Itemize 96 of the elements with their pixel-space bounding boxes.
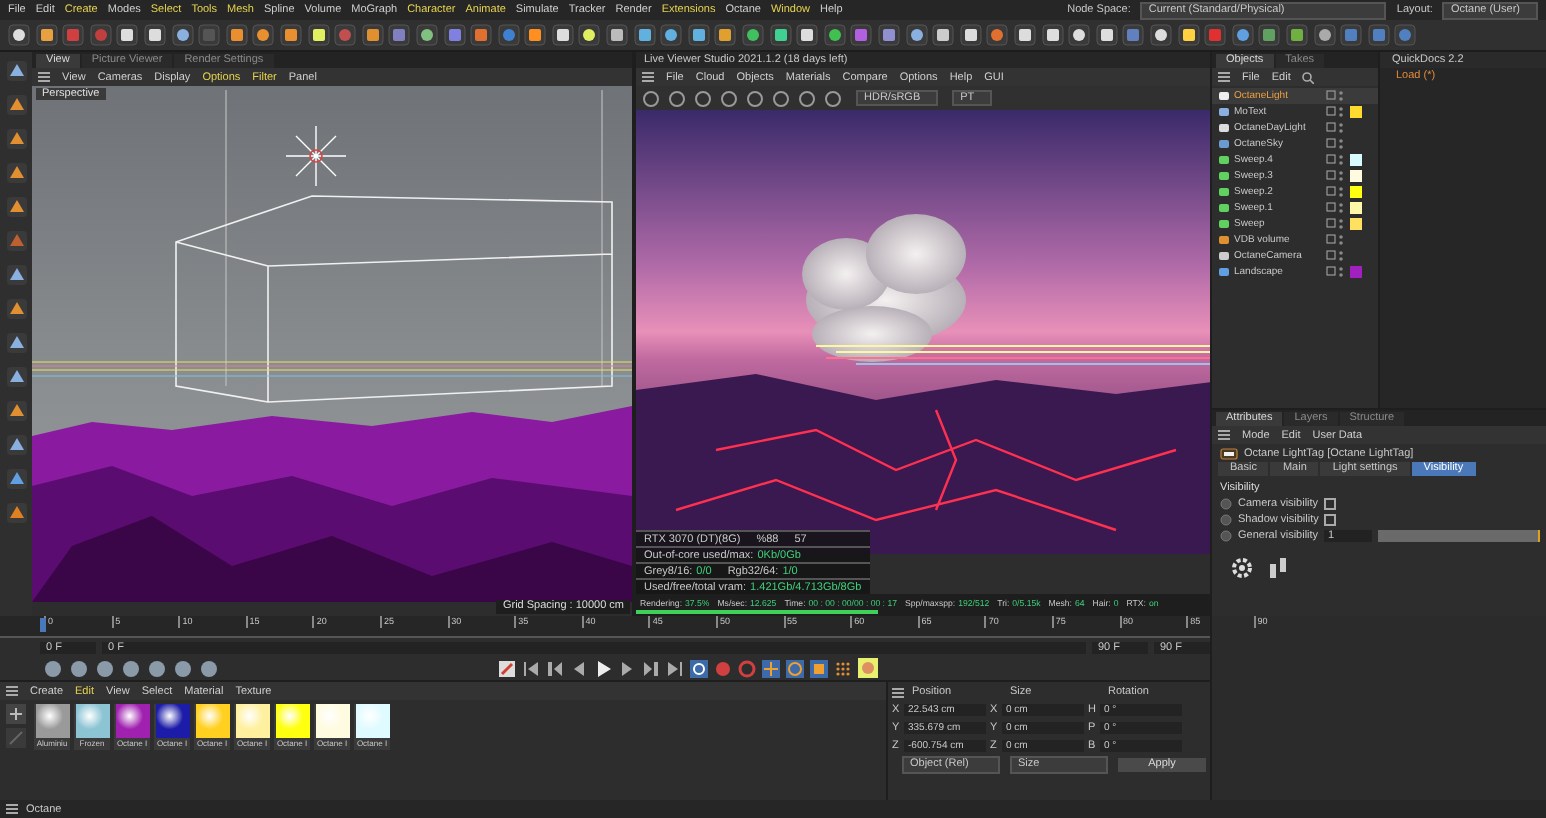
tool-icon[interactable] (905, 24, 928, 46)
light-tag-icon (1220, 447, 1238, 459)
step-forward-icon[interactable] (618, 659, 636, 677)
tool-icon[interactable] (932, 24, 955, 46)
loop-icon[interactable] (690, 659, 708, 677)
daylight-object-icon (1218, 122, 1230, 134)
tool-icon[interactable] (415, 24, 438, 46)
landscape-object-icon (1218, 266, 1230, 278)
sky-object-icon (1218, 138, 1230, 150)
visibility-toggle-icon[interactable] (1326, 186, 1346, 198)
tool-icon[interactable] (5, 468, 27, 490)
visibility-toggle-icon[interactable] (1326, 90, 1346, 102)
checkbox[interactable] (1324, 514, 1337, 526)
camera-object-icon (1218, 250, 1230, 262)
visibility-toggle-icon[interactable] (1326, 250, 1346, 262)
visibility-toggle-icon[interactable] (1326, 234, 1346, 246)
skip-end-icon[interactable] (666, 659, 684, 677)
tool-icon[interactable] (116, 24, 139, 46)
visibility-toggle-icon[interactable] (1326, 170, 1346, 182)
menu-icon[interactable] (1218, 430, 1230, 440)
tool-icon[interactable] (524, 24, 547, 46)
tool-icon[interactable] (8, 24, 30, 46)
tool-icon[interactable] (1149, 24, 1172, 46)
tool-icon[interactable] (143, 24, 166, 46)
volume-object-icon (1218, 234, 1230, 246)
tool-icon[interactable] (1285, 24, 1308, 46)
play-icon[interactable] (594, 659, 612, 677)
tool-icon[interactable] (1041, 24, 1064, 46)
add-icon[interactable] (6, 704, 26, 724)
visibility-toggle-icon[interactable] (1326, 202, 1346, 214)
tool-icon[interactable] (606, 24, 629, 46)
skip-start-icon[interactable] (522, 659, 540, 677)
tool-icon[interactable] (796, 24, 819, 46)
visibility-toggle-icon[interactable] (1326, 138, 1346, 150)
tool-icon[interactable] (307, 24, 330, 46)
text-object-icon (1218, 106, 1230, 118)
move-icon[interactable] (762, 659, 780, 677)
tool-icon[interactable] (5, 196, 27, 218)
tool-icon[interactable] (769, 24, 792, 46)
tool-icon[interactable] (5, 128, 27, 150)
menu-icon[interactable] (1218, 72, 1230, 82)
scale-icon[interactable] (810, 659, 828, 677)
tool-icon[interactable] (5, 366, 27, 388)
tool-icon[interactable] (225, 24, 248, 46)
keyframe-icon[interactable] (498, 659, 516, 677)
tool-icon[interactable] (687, 24, 710, 46)
tool-icon[interactable] (1313, 24, 1335, 46)
menu-icon[interactable] (892, 687, 904, 697)
tool-icon[interactable] (252, 24, 275, 46)
visibility-toggle-icon[interactable] (1326, 154, 1346, 166)
tool-icon[interactable] (171, 24, 194, 46)
tool-icon[interactable] (1231, 24, 1254, 46)
menu-icon[interactable] (6, 804, 18, 814)
menu-icon[interactable] (38, 72, 50, 82)
tool-icon[interactable] (5, 162, 27, 184)
light-object-icon (1218, 90, 1230, 102)
tool-icon[interactable] (959, 24, 982, 46)
tool-icon[interactable] (5, 400, 27, 422)
tool-icon[interactable] (279, 24, 302, 46)
visibility-toggle-icon[interactable] (1326, 122, 1346, 134)
menu-icon[interactable] (6, 686, 18, 696)
tool-icon[interactable] (1177, 24, 1200, 46)
gear-icon[interactable] (1228, 556, 1256, 580)
rotate-icon[interactable] (786, 659, 804, 677)
tool-icon[interactable] (1068, 24, 1091, 46)
grid-dots-icon[interactable] (834, 659, 852, 677)
next-key-icon[interactable] (642, 659, 660, 677)
tool-icon[interactable] (5, 264, 27, 286)
tool-icon[interactable] (633, 24, 656, 46)
tool-icon[interactable] (5, 298, 27, 320)
tool-icon[interactable] (361, 24, 384, 46)
previous-key-icon[interactable] (546, 659, 564, 677)
search-icon[interactable] (1302, 71, 1315, 83)
tool-icon[interactable] (1095, 24, 1118, 46)
slider[interactable] (1378, 530, 1540, 542)
tool-icon[interactable] (660, 24, 683, 46)
tool-icon[interactable] (578, 24, 601, 46)
tool-icon[interactable] (1013, 24, 1036, 46)
tool-icon[interactable] (5, 434, 27, 456)
tool-icon[interactable] (823, 24, 846, 46)
step-back-icon[interactable] (570, 659, 588, 677)
tool-icon[interactable] (5, 94, 27, 116)
tool-icon[interactable] (35, 24, 58, 46)
tool-icon[interactable] (742, 24, 765, 46)
visibility-toggle-icon[interactable] (1326, 106, 1346, 118)
visibility-toggle-icon[interactable] (1326, 218, 1346, 230)
menu-icon[interactable] (642, 72, 654, 82)
tool-icon[interactable] (5, 332, 27, 354)
tool-icon[interactable] (714, 24, 737, 46)
tool-icon[interactable] (551, 24, 574, 46)
visibility-toggle-icon[interactable] (1326, 266, 1346, 278)
tool-icon[interactable] (5, 60, 27, 82)
tool-icon[interactable] (5, 502, 27, 524)
checkbox[interactable] (1324, 498, 1337, 510)
tool-icon[interactable] (1258, 24, 1281, 46)
tool-icon[interactable] (878, 24, 900, 46)
